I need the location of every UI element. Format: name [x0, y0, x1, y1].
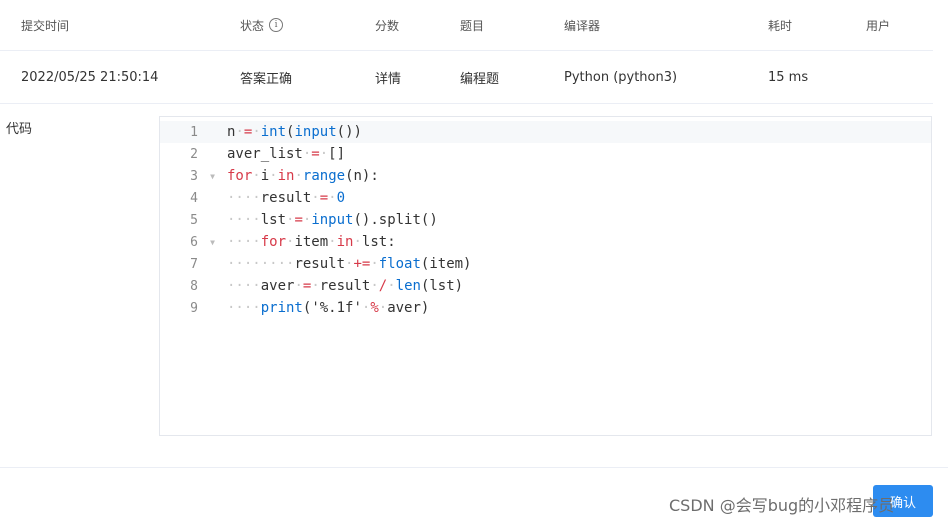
line-number: 1 [190, 124, 198, 140]
code-text: for·i·in·range(n): [227, 168, 379, 184]
fold-toggle-icon[interactable]: ▼ [198, 238, 227, 247]
cell-problem: 编程题 [460, 71, 500, 87]
info-icon[interactable]: i [269, 18, 284, 32]
table-header: 提交时间 状态 i 分数 题目 编译器 耗时 用户 [0, 0, 933, 51]
header-status: 状态 i [240, 0, 284, 50]
cell-compiler: Python (python3) [564, 69, 678, 85]
cell-score-details-link[interactable]: 详情 [375, 51, 401, 103]
code-line[interactable]: 2 aver_list·=·[] [160, 143, 931, 165]
line-number: 9 [190, 300, 198, 316]
code-text: ····aver·=·result·/·len(lst) [227, 278, 464, 294]
code-line[interactable]: 4 ····result·=·0 [160, 187, 931, 209]
code-line[interactable]: 9 ····print('%.1f'·%·aver) [160, 297, 931, 319]
line-number: 3 [190, 168, 198, 184]
header-compiler: 编译器 [564, 18, 601, 33]
code-line[interactable]: 8 ····aver·=·result·/·len(lst) [160, 275, 931, 297]
code-text: aver_list·=·[] [227, 146, 346, 162]
line-number: 4 [190, 190, 198, 206]
fold-toggle-icon[interactable]: ▼ [198, 172, 227, 181]
code-text: ········result·+=·float(item) [227, 256, 472, 272]
footer-divider [0, 467, 948, 468]
line-number: 5 [190, 212, 198, 228]
code-text: ····for·item·in·lst: [227, 234, 396, 250]
code-line[interactable]: 3 ▼ for·i·in·range(n): [160, 165, 931, 187]
table-row: 2022/05/25 21:50:14 答案正确 详情 编程题 Python (… [0, 51, 933, 104]
cell-status: 答案正确 [240, 71, 293, 87]
code-line[interactable]: 5 ····lst·=·input().split() [160, 209, 931, 231]
line-number: 2 [190, 146, 198, 162]
csdn-watermark: CSDN @会写bug的小邓程序员 [669, 496, 895, 515]
header-user: 用户 [866, 18, 891, 33]
header-status-label: 状态 [240, 18, 265, 33]
line-number: 7 [190, 256, 198, 272]
code-text: ····lst·=·input().split() [227, 212, 438, 228]
code-label: 代码 [6, 122, 33, 137]
header-duration: 耗时 [768, 18, 793, 33]
code-text: ····print('%.1f'·%·aver) [227, 300, 430, 316]
cell-duration: 15 ms [768, 69, 809, 85]
submission-table: 提交时间 状态 i 分数 题目 编译器 耗时 用户 2022/05/25 21:… [0, 0, 933, 104]
code-text: n·=·int(input()) [227, 124, 362, 140]
code-line[interactable]: 1 n·=·int(input()) [160, 121, 931, 143]
code-editor[interactable]: 1 n·=·int(input()) 2 aver_list·=·[] 3 ▼ … [159, 116, 932, 436]
code-line[interactable]: 6 ▼ ····for·item·in·lst: [160, 231, 931, 253]
header-problem: 题目 [460, 18, 485, 33]
cell-submit-time: 2022/05/25 21:50:14 [21, 69, 159, 85]
code-line[interactable]: 7 ········result·+=·float(item) [160, 253, 931, 275]
line-number: 8 [190, 278, 198, 294]
line-number: 6 [190, 234, 198, 250]
header-submit-time: 提交时间 [21, 18, 70, 33]
code-text: ····result·=·0 [227, 190, 346, 206]
header-score: 分数 [375, 18, 400, 33]
